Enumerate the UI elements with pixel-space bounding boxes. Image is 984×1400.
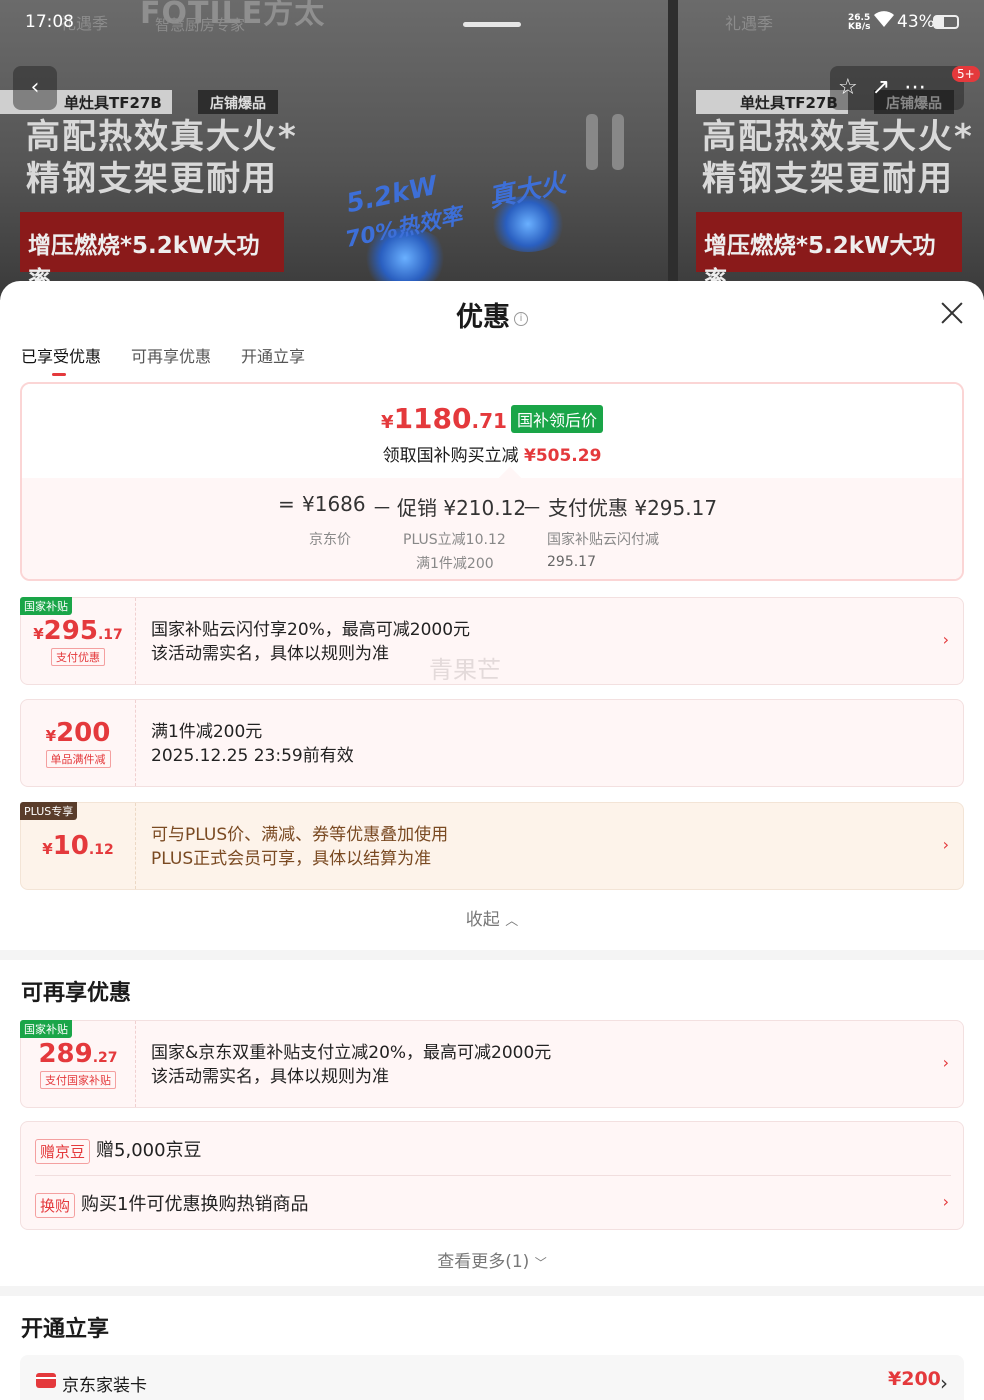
net-speed: 26.5 KB/s — [848, 13, 871, 32]
collapse-button[interactable]: 收起 ︿ — [0, 905, 984, 930]
tab-enjoyed[interactable]: 已享受优惠 — [21, 343, 101, 376]
gift-card: 赠京豆 赠5,000京豆 换购 购买1件可优惠换购热销商品 › — [20, 1121, 964, 1230]
full-reduction-coupon[interactable]: ¥200 单品满件减 满1件减200元 2025.12.25 23:59前有效 — [20, 699, 964, 787]
top-actions: ☆↗⋯ — [830, 66, 964, 110]
coupon-amount: ¥10.12 — [42, 831, 114, 861]
info-icon[interactable]: i — [514, 311, 528, 326]
back-button[interactable]: ‹ — [13, 66, 57, 110]
favorite-icon[interactable]: ☆ — [838, 75, 872, 100]
home-indicator[interactable] — [463, 22, 521, 27]
price-summary-card: ¥1180.71 国补领后价 领取国补购买立减 ¥505.29 = ¥1686 －… — [20, 382, 964, 581]
hot-tag: 店铺爆品 — [198, 90, 278, 114]
minus-sign: － — [522, 496, 542, 520]
see-more-button[interactable]: 查看更多(1) ﹀ — [0, 1247, 984, 1272]
sheet-title: 优惠 — [456, 302, 510, 333]
equals-sign: = — [278, 492, 295, 516]
status-time: 17:08 — [25, 12, 74, 32]
section-divider — [0, 950, 984, 960]
coupon-type-label: 支付优惠 — [51, 648, 105, 666]
chevron-right-icon[interactable]: › — [943, 1053, 949, 1072]
coupon-amount: ¥295.17 — [33, 616, 123, 646]
subsidy-line: 领取国补购买立减 ¥505.29 — [382, 446, 602, 466]
bean-gift-row[interactable]: 赠京豆 赠5,000京豆 — [35, 1136, 202, 1164]
chevron-right-icon[interactable]: › — [943, 1192, 949, 1211]
close-icon[interactable] — [938, 299, 966, 327]
power-banner: 增压燃烧*5.2kW大功率 — [20, 212, 284, 293]
tab-more[interactable]: 可再享优惠 — [131, 343, 211, 367]
more-section-title: 可再享优惠 — [21, 981, 132, 1006]
minus-sign: － — [372, 496, 392, 520]
promo-sub-2: 满1件减200 — [416, 556, 494, 572]
knob-decoration — [612, 114, 624, 170]
discount-tabs: 已享受优惠 可再享优惠 开通立享 — [21, 343, 305, 376]
battery-icon — [933, 15, 959, 29]
headline-1: 高配热效真大火* — [26, 117, 298, 157]
tab-open[interactable]: 开通立享 — [241, 343, 305, 367]
open-section-title: 开通立享 — [21, 1317, 110, 1342]
final-price: ¥1180.71 — [381, 402, 507, 435]
chevron-up-icon: ︿ — [505, 914, 519, 929]
pay-sub-1: 国家补贴云闪付减 — [547, 532, 659, 548]
chevron-down-icon: ﹀ — [534, 1256, 547, 1270]
product-gallery[interactable]: 礼遇季 FOTILE方太 智慧厨房专家 礼遇季 单灶具TF27B 店铺爆品 单灶… — [0, 0, 984, 300]
promo-brand-right: 礼遇季 — [725, 14, 774, 33]
home-card-row[interactable]: 京东家装卡 ¥200 › — [20, 1355, 964, 1400]
share-icon[interactable]: ↗ — [872, 75, 904, 100]
chevron-right-icon[interactable]: › — [943, 630, 949, 649]
swap-tag: 换购 — [35, 1192, 76, 1218]
coupon-description: 可与PLUS价、满减、券等优惠叠加使用 PLUS正式会员可享，具体以结算为准 — [151, 825, 449, 869]
battery-level: 43% — [897, 12, 935, 32]
card-name: 京东家装卡 — [62, 1376, 147, 1396]
pay-discount: 支付优惠 ¥295.17 — [548, 496, 718, 520]
headline-2-right: 精钢支架更耐用 — [702, 159, 954, 199]
plus-coupon[interactable]: PLUS专享 ¥10.12 可与PLUS价、满减、券等优惠叠加使用 PLUS正式会… — [20, 802, 964, 890]
card-amount: ¥200 — [888, 1368, 941, 1390]
coupon-description: 国家&京东双重补贴支付立减20%，最高可减2000元 该活动需实名，具体以规则为准 — [151, 1043, 552, 1087]
divider — [35, 1175, 951, 1176]
wifi-icon — [873, 10, 895, 33]
promo-sub-1: PLUS立减10.12 — [403, 532, 506, 548]
message-badge: 5+ — [952, 66, 980, 82]
bean-tag: 赠京豆 — [35, 1138, 91, 1164]
power-banner-right: 增压燃烧*5.2kW大功率 — [696, 212, 962, 293]
gallery-divider — [668, 0, 678, 300]
price-breakdown: = ¥1686 － 促销 ¥210.12 － 支付优惠 ¥295.17 京东价 … — [22, 466, 962, 579]
sheet-header: 优惠 i — [0, 295, 984, 334]
jd-price-label: 京东价 — [309, 532, 351, 548]
headline-1-right: 高配热效真大火* — [702, 117, 974, 157]
discount-sheet: 优惠 i 已享受优惠 可再享优惠 开通立享 ¥1180.71 国补领后价 领取国补购… — [0, 281, 984, 1400]
swap-row[interactable]: 换购 购买1件可优惠换购热销商品 — [35, 1190, 308, 1218]
double-subsidy-coupon[interactable]: 国家补贴 289.27 支付国家补贴 国家&京东双重补贴支付立减20%，最高可减… — [20, 1020, 964, 1108]
section-divider — [0, 1286, 984, 1296]
chevron-right-icon[interactable]: › — [940, 1371, 948, 1395]
coupon-type-label: 支付国家补贴 — [40, 1071, 116, 1089]
jd-price: ¥1686 — [302, 492, 366, 516]
knob-decoration — [586, 114, 598, 170]
card-icon — [36, 1373, 56, 1388]
subsidy-coupon[interactable]: 国家补贴 ¥295.17 支付优惠 国家补贴云闪付享20%，最高可减2000元该… — [20, 597, 964, 685]
brand-slogan: 智慧厨房专家 — [155, 16, 246, 34]
coupon-amount: ¥200 — [45, 718, 111, 748]
more-icon[interactable]: ⋯ — [904, 75, 940, 100]
chevron-right-icon[interactable]: › — [943, 835, 949, 854]
coupon-description: 国家补贴云闪付享20%，最高可减2000元 该活动需实名，具体以规则为准 — [151, 620, 471, 664]
coupon-type-label: 单品满件减 — [45, 750, 111, 768]
promo-amount: 促销 ¥210.12 — [397, 496, 527, 520]
subsidy-price-tag: 国补领后价 — [510, 404, 603, 433]
watermark: 青果芒 — [429, 656, 501, 684]
coupon-description: 满1件减200元 2025.12.25 23:59前有效 — [151, 722, 354, 766]
headline-2: 精钢支架更耐用 — [26, 159, 278, 199]
coupon-amount: 289.27 — [38, 1039, 118, 1069]
model-tag-right: 单灶具TF27B — [696, 90, 848, 114]
pay-sub-2: 295.17 — [547, 554, 596, 570]
